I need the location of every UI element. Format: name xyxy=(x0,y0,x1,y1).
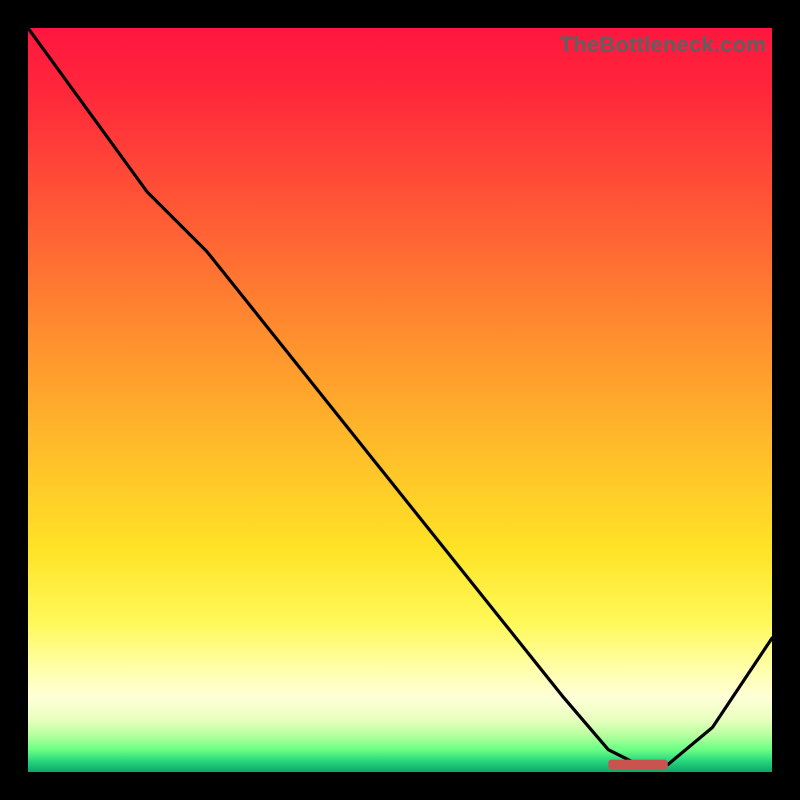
chart-frame: TheBottleneck.com xyxy=(0,0,800,800)
chart-curve-path xyxy=(28,28,772,765)
chart-plot-area: TheBottleneck.com xyxy=(28,28,772,772)
chart-curve-svg xyxy=(28,28,772,772)
chart-minimum-marker xyxy=(608,760,668,770)
